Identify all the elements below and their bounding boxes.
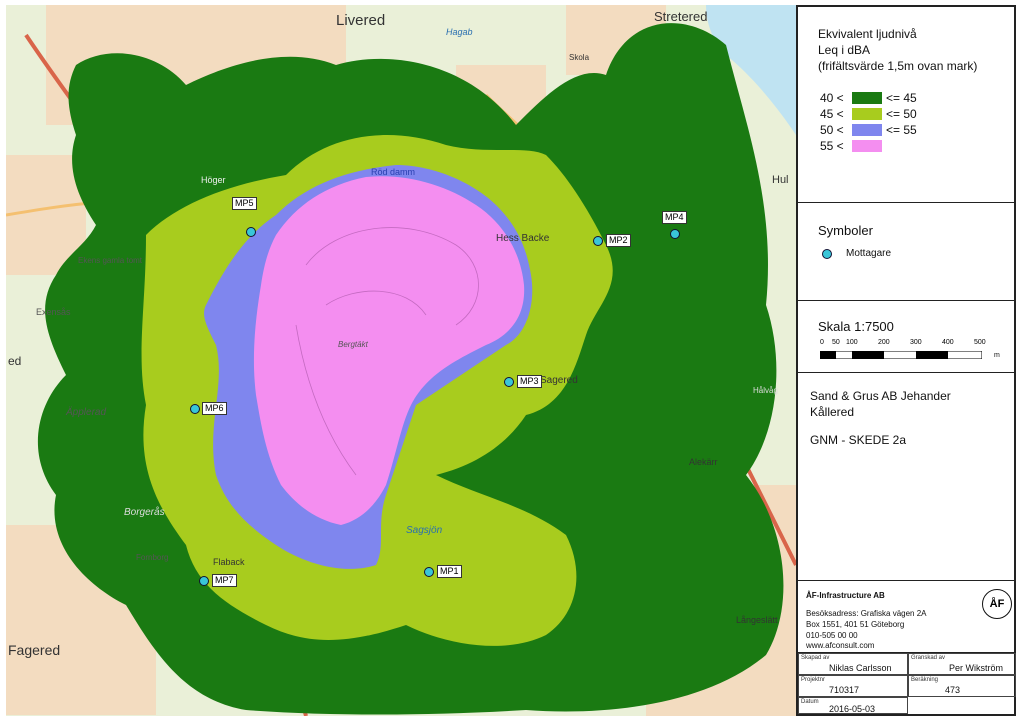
label-ekens: Ekens gamla tomt [78, 256, 143, 265]
label-langeslatt: Långeslätt [736, 615, 778, 625]
label-exensas: Exensås [36, 307, 71, 317]
label-hul: Hul [772, 174, 789, 186]
receiver-mp3-marker[interactable] [504, 377, 514, 387]
receiver-mp1-label: MP1 [437, 565, 462, 578]
scale-ticks: 0 50 100 200 300 400 500 [820, 339, 990, 349]
label-stretered: Stretered [654, 9, 707, 24]
tb-project-cell: Projektnr 710317 [798, 675, 908, 697]
symbols-section: Symboler Mottagare [798, 203, 1016, 301]
legend-swatch-40-45 [852, 92, 882, 104]
label-applerad: Äpplerad [65, 406, 106, 418]
tb-date-value: 2016-05-03 [829, 704, 876, 714]
legend-section: Ekvivalent ljudnivå Leq i dBA (frifältsv… [798, 5, 1016, 203]
label-hoger: Höger [201, 175, 226, 185]
label-fagered: Fagered [8, 642, 60, 658]
legend-class-2-to: <= 50 [886, 107, 917, 121]
legend-class-1-to: <= 45 [886, 91, 917, 105]
company-web: www.afconsult.com [806, 641, 875, 650]
tb-created-cell: Skapad av Niklas Carlsson [798, 653, 908, 675]
scale-tick: 50 [832, 339, 840, 346]
receiver-mp6-label: MP6 [202, 402, 227, 415]
label-hassbacke: Hess Backe [496, 233, 550, 244]
scale-tick: 300 [910, 339, 922, 346]
tb-calc-cell: Beräkning 473 [908, 675, 1016, 697]
receiver-mp7-marker[interactable] [199, 576, 209, 586]
label-rod-damm: Röd damm [371, 167, 415, 177]
tb-created-value: Niklas Carlsson [829, 663, 892, 673]
project-section: Sand & Grus AB Jehander Kållered GNM - S… [798, 373, 1016, 581]
company-phone: 010-505 00 00 [806, 631, 858, 640]
receiver-mp2-marker[interactable] [593, 236, 603, 246]
scale-title: Skala 1:7500 [818, 319, 894, 334]
scale-tick: 400 [942, 339, 954, 346]
tb-project-caption: Projektnr [801, 677, 826, 683]
legend-swatch-50-55 [852, 124, 882, 136]
project-site: Kållered [810, 405, 855, 419]
project-client: Sand & Grus AB Jehander [810, 389, 951, 403]
af-logo-icon: ÅF [982, 589, 1012, 619]
legend-class-1-from: 40 < [820, 91, 844, 105]
label-ed: ed [8, 354, 21, 368]
legend-class-4-from: 55 < [820, 139, 844, 153]
receiver-mp3-label: MP3 [517, 375, 542, 388]
scale-tick: 0 [820, 339, 824, 346]
map-canvas: Livered Stretered Hagab Skola Höger Hul … [6, 5, 796, 716]
label-bergtakt: Bergtäkt [338, 340, 369, 349]
label-alekarr: Alekärr [689, 457, 718, 467]
legend-panel: Ekvivalent ljudnivå Leq i dBA (frifältsv… [796, 5, 1016, 716]
receiver-symbol-label: Mottagare [846, 248, 892, 259]
legend-title-3: (frifältsvärde 1,5m ovan mark) [818, 59, 978, 73]
label-fornborg: Fornborg [136, 553, 168, 562]
company-box: Box 1551, 401 51 Göteborg [806, 620, 905, 629]
scale-tick: 100 [846, 339, 858, 346]
label-skola: Skola [569, 53, 590, 62]
noise-map[interactable]: Livered Stretered Hagab Skola Höger Hul … [6, 5, 796, 716]
legend-swatch-45-50 [852, 108, 882, 120]
receiver-symbol-icon [822, 249, 832, 259]
label-livered: Livered [336, 12, 385, 29]
tb-checked-caption: Granskad av [911, 655, 946, 661]
tb-checked-cell: Granskad av Per Wikström [908, 653, 1016, 675]
project-stage: GNM - SKEDE 2a [810, 433, 907, 447]
tb-created-caption: Skapad av [801, 655, 830, 661]
tb-checked-value: Per Wikström [949, 663, 1003, 673]
scale-bar [820, 351, 982, 359]
receiver-mp4-marker[interactable] [670, 229, 680, 239]
company-address: Besöksadress: Grafiska vägen 2A [806, 609, 927, 618]
legend-title-1: Ekvivalent ljudnivå [818, 27, 917, 41]
receiver-mp2-label: MP2 [606, 234, 631, 247]
label-hagab: Hagab [446, 27, 473, 37]
label-sagsjon: Sagsjön [406, 525, 443, 536]
legend-class-3-from: 50 < [820, 123, 844, 137]
tb-date-cell: Datum 2016-05-03 [798, 697, 908, 714]
label-sagered: Sagered [540, 375, 578, 386]
receiver-mp5-label: MP5 [232, 197, 257, 210]
scale-unit: m [994, 352, 1000, 359]
tb-calc-caption: Beräkning [911, 677, 939, 683]
tb-date-caption: Datum [801, 699, 819, 705]
receiver-mp6-marker[interactable] [190, 404, 200, 414]
scale-section: Skala 1:7500 0 50 100 200 300 400 500 m [798, 301, 1016, 373]
scale-tick: 500 [974, 339, 986, 346]
label-flaback: Flaback [213, 557, 245, 567]
scale-tick: 200 [878, 339, 890, 346]
legend-swatch-55-plus [852, 140, 882, 152]
tb-project-value: 710317 [829, 685, 860, 695]
symbols-title: Symboler [818, 223, 873, 238]
company-name: ÅF-Infrastructure AB [806, 591, 885, 600]
legend-class-3-to: <= 55 [886, 123, 917, 137]
company-section: ÅF-Infrastructure AB Besöksadress: Grafi… [798, 581, 1016, 653]
legend-title-2: Leq i dBA [818, 43, 871, 57]
receiver-mp5-marker[interactable] [246, 227, 256, 237]
receiver-mp1-marker[interactable] [424, 567, 434, 577]
receiver-mp7-label: MP7 [212, 574, 237, 587]
label-halvag: Hålvåg [753, 386, 778, 395]
legend-class-2-from: 45 < [820, 107, 844, 121]
label-borgeras: Borgerås [124, 506, 165, 518]
tb-calc-value: 473 [945, 685, 961, 695]
receiver-mp4-label: MP4 [662, 211, 687, 224]
